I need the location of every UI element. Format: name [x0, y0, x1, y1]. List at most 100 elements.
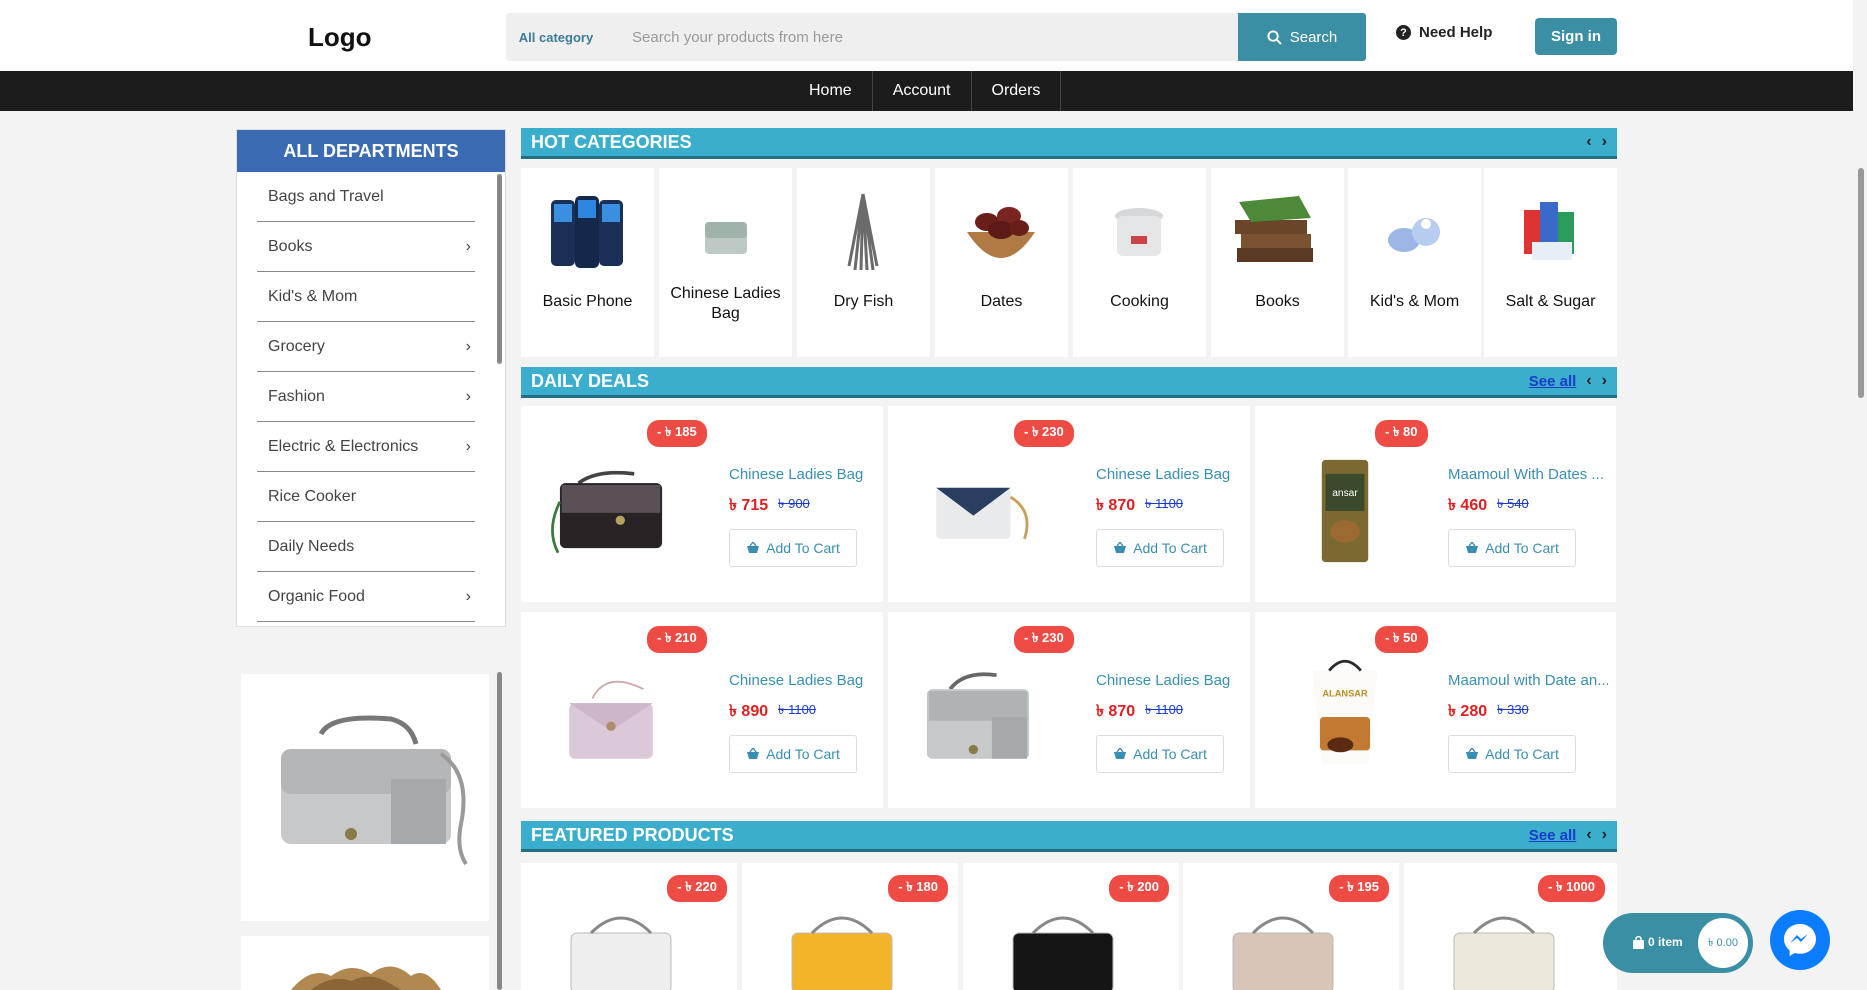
department-label: Fashion: [268, 387, 325, 405]
chevron-right-icon[interactable]: ›: [1602, 372, 1607, 390]
messenger-button[interactable]: [1770, 910, 1830, 970]
category-card-salt-sugar[interactable]: Salt & Sugar: [1484, 168, 1617, 357]
category-card-dates[interactable]: Dates: [935, 168, 1068, 357]
logo[interactable]: Logo: [308, 22, 372, 53]
nav-home[interactable]: Home: [789, 71, 873, 111]
chevron-right-icon[interactable]: ›: [1602, 133, 1607, 151]
deal-card[interactable]: - ৳ 50 ALANSAR Maamoul with Date an... ৳ 28…: [1255, 612, 1616, 808]
department-item[interactable]: Daily Needs: [257, 522, 475, 572]
chevron-left-icon[interactable]: ‹: [1586, 372, 1591, 390]
departments-scrollbar[interactable]: [497, 174, 502, 364]
featured-product-card[interactable]: - ৳ 195: [1183, 863, 1399, 990]
search-button[interactable]: Search: [1238, 13, 1366, 61]
discount-badge: - ৳ 220: [667, 875, 727, 902]
department-label: Organic Food: [268, 587, 365, 605]
product-image: [1232, 916, 1334, 990]
product-name[interactable]: Chinese Ladies Bag: [1096, 466, 1256, 483]
product-name[interactable]: Maamoul with Date an...: [1448, 672, 1608, 689]
discount-badge: - ৳ 185: [647, 420, 707, 447]
category-card-basic-phone[interactable]: Basic Phone: [521, 168, 654, 357]
department-item[interactable]: Grocery ›: [257, 322, 475, 372]
basket-icon: [747, 748, 760, 759]
featured-product-card[interactable]: - ৳ 180: [742, 863, 958, 990]
side-product-card-2[interactable]: [241, 936, 489, 990]
discount-badge: - ৳ 230: [1014, 626, 1074, 653]
add-to-cart-button[interactable]: Add To Cart: [1096, 735, 1224, 773]
department-label: Kid's & Mom: [268, 287, 358, 305]
featured-product-card[interactable]: - ৳ 220: [521, 863, 737, 990]
floating-cart[interactable]: 0 item ৳ 0.00: [1603, 913, 1753, 973]
add-to-cart-button[interactable]: Add To Cart: [1448, 529, 1576, 567]
need-help-link[interactable]: ? Need Help: [1396, 24, 1492, 41]
featured-product-card[interactable]: - ৳ 200: [963, 863, 1179, 990]
daily-deals-see-all[interactable]: See all: [1529, 373, 1577, 390]
product-price: ৳ 870: [1096, 703, 1136, 720]
cart-count: 0 item: [1633, 935, 1683, 949]
product-name[interactable]: Chinese Ladies Bag: [729, 466, 889, 483]
deal-card[interactable]: - ৳ 210 Chinese Ladies Bag ৳ 890 ৳ 1100 Add …: [521, 612, 883, 808]
featured-product-card[interactable]: - ৳ 1000: [1404, 863, 1617, 990]
product-image: ansar: [1321, 459, 1369, 563]
department-label: Rice Cooker: [268, 487, 357, 505]
category-card-dry-fish[interactable]: Dry Fish: [797, 168, 930, 357]
gray-bag-image: [281, 715, 468, 866]
add-to-cart-button[interactable]: Add To Cart: [729, 735, 857, 773]
department-item[interactable]: Fashion ›: [257, 372, 475, 422]
product-image: ALANSAR: [1312, 659, 1378, 764]
department-label: Daily Needs: [268, 537, 355, 555]
category-card-books[interactable]: Books: [1211, 168, 1344, 357]
dry-fish-image: [291, 966, 441, 990]
chevron-right-icon: ›: [465, 237, 471, 255]
search-bar: All category Search: [506, 13, 1366, 61]
product-name[interactable]: Maamoul With Dates ...: [1448, 466, 1608, 483]
discount-badge: - ৳ 210: [647, 626, 707, 653]
product-name[interactable]: Chinese Ladies Bag: [1096, 672, 1256, 689]
deal-card[interactable]: - ৳ 80 ansar Maamoul With Dates ... ৳ 460 ৳ …: [1255, 406, 1616, 602]
deal-card[interactable]: - ৳ 230 Chinese Ladies Bag ৳ 870 ৳ 1100 Add …: [888, 406, 1250, 602]
chevron-left-icon[interactable]: ‹: [1586, 826, 1591, 844]
product-old-price: ৳ 330: [1497, 702, 1529, 717]
add-to-cart-label: Add To Cart: [1485, 746, 1559, 762]
department-item[interactable]: Kid's & Mom: [257, 272, 475, 322]
search-input[interactable]: [606, 13, 1238, 61]
deal-card[interactable]: - ৳ 185 Chinese Ladies Bag ৳ 715 ৳ 900 Add T…: [521, 406, 883, 602]
category-card-cooking[interactable]: Cooking: [1073, 168, 1206, 357]
side-scrollbar[interactable]: [497, 672, 502, 990]
product-image: [569, 680, 653, 759]
side-product-card[interactable]: [241, 674, 489, 921]
category-label: Basic Phone: [542, 293, 633, 310]
department-item[interactable]: Bags and Travel: [257, 172, 475, 222]
basic-phone-image: [551, 196, 623, 268]
department-item[interactable]: Organic Food ›: [257, 572, 475, 622]
category-card-chinese-ladies-bag[interactable]: Chinese Ladies Bag: [659, 168, 792, 357]
product-old-price: ৳ 540: [1497, 496, 1529, 511]
deal-card[interactable]: - ৳ 230 Chinese Ladies Bag ৳ 870 ৳ 1100 Add …: [888, 612, 1250, 808]
discount-badge: - ৳ 1000: [1538, 875, 1605, 902]
featured-products-title: FEATURED PRODUCTS: [531, 824, 734, 845]
hot-categories-bar: HOT CATEGORIES ‹ ›: [521, 128, 1617, 159]
chevron-right-icon[interactable]: ›: [1602, 826, 1607, 844]
add-to-cart-button[interactable]: Add To Cart: [1096, 529, 1224, 567]
add-to-cart-label: Add To Cart: [1133, 746, 1207, 762]
add-to-cart-button[interactable]: Add To Cart: [729, 529, 857, 567]
product-name[interactable]: Chinese Ladies Bag: [729, 672, 889, 689]
category-card-kids-mom[interactable]: Kid's & Mom: [1348, 168, 1481, 357]
kids-mom-image: [1388, 218, 1440, 252]
category-label: Cooking: [1110, 293, 1169, 310]
department-item[interactable]: Books ›: [257, 222, 475, 272]
category-select[interactable]: All category: [506, 13, 606, 61]
category-label: Books: [1255, 293, 1300, 310]
product-image: [551, 470, 663, 554]
department-item[interactable]: Rice Cooker: [257, 472, 475, 522]
add-to-cart-button[interactable]: Add To Cart: [1448, 735, 1576, 773]
basket-icon: [1466, 748, 1479, 759]
featured-see-all[interactable]: See all: [1529, 827, 1577, 844]
nav-orders[interactable]: Orders: [972, 71, 1062, 111]
chevron-left-icon[interactable]: ‹: [1586, 133, 1591, 151]
department-item[interactable]: Electric & Electronics ›: [257, 422, 475, 472]
nav-account[interactable]: Account: [873, 71, 972, 111]
add-to-cart-label: Add To Cart: [1485, 540, 1559, 556]
sign-in-button[interactable]: Sign in: [1535, 18, 1617, 55]
page-scrollbar[interactable]: [1858, 168, 1864, 398]
daily-deals-bar: DAILY DEALS See all ‹ ›: [521, 367, 1617, 398]
